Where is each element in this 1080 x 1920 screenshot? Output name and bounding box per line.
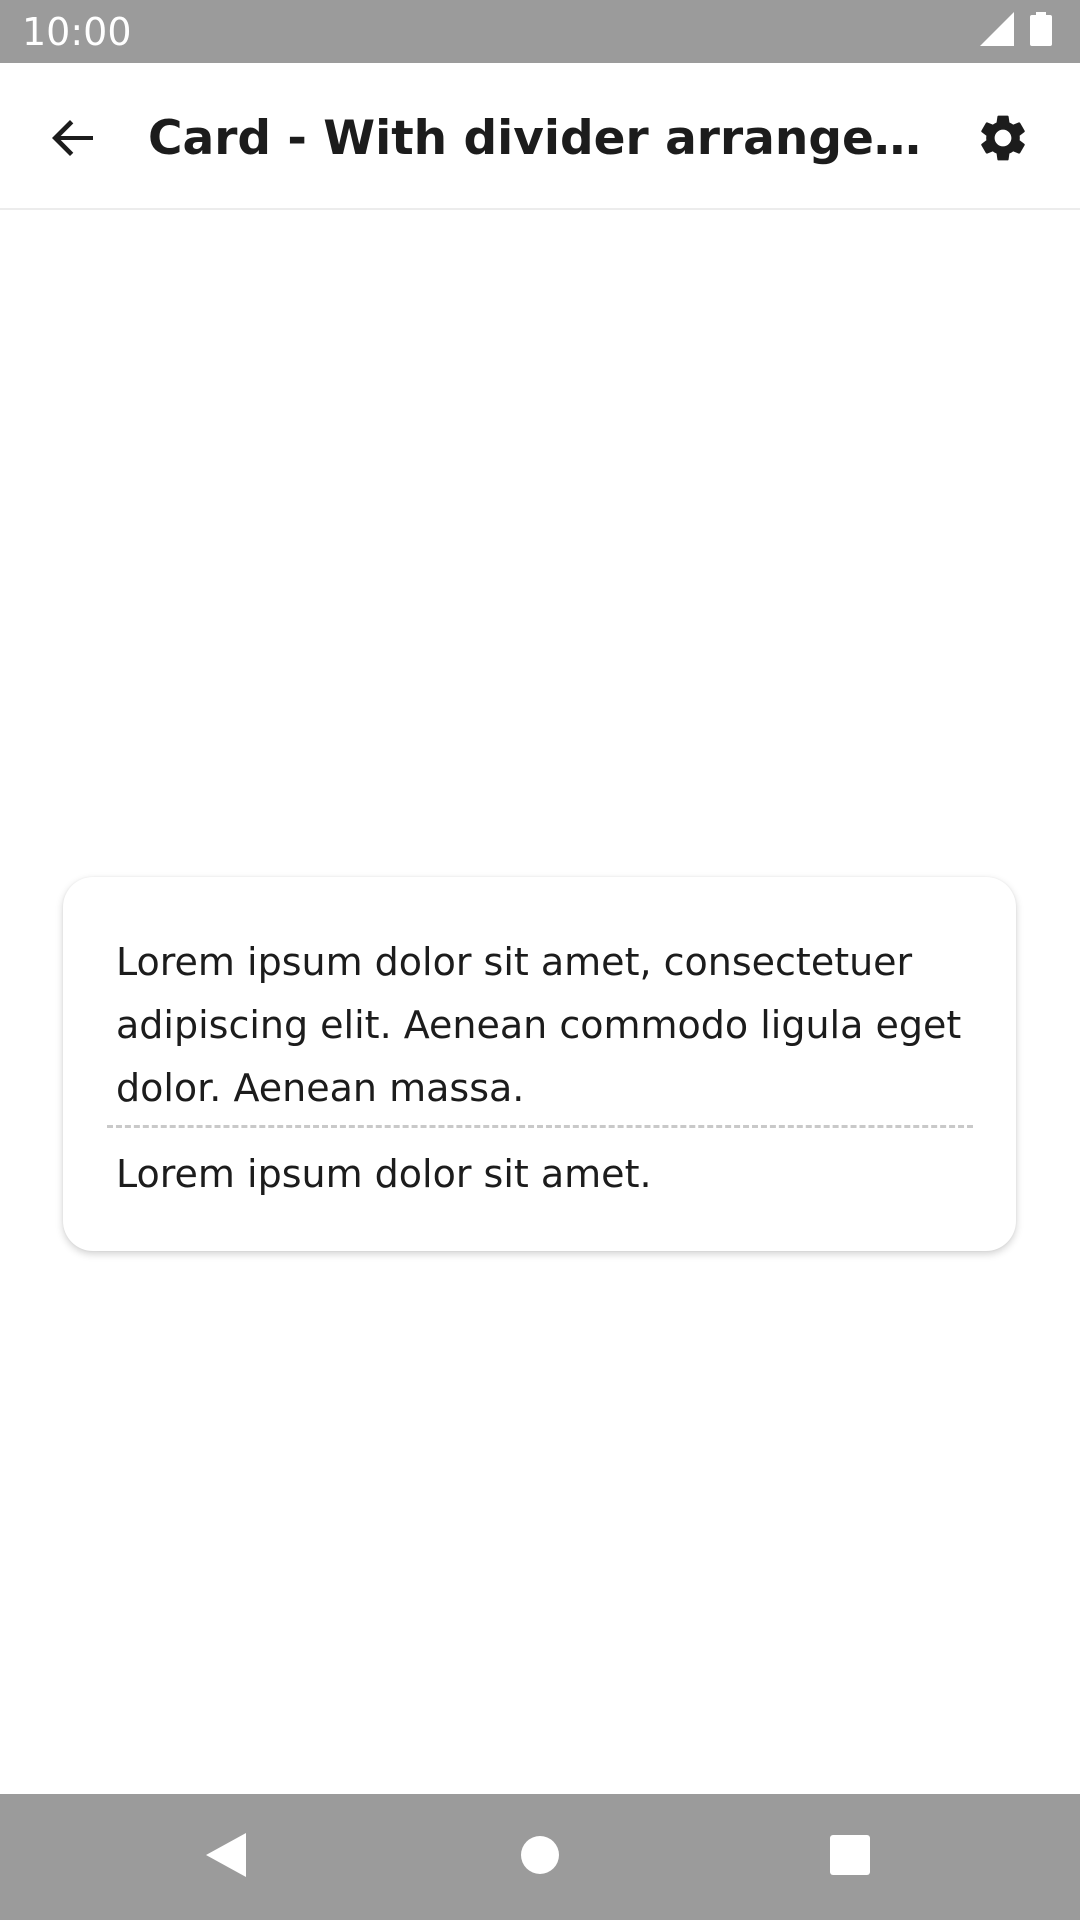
card-footer-text: Lorem ipsum dolor sit amet.: [116, 1152, 652, 1196]
nav-recents-icon: [830, 1835, 870, 1879]
nav-home-button[interactable]: [510, 1827, 570, 1887]
navigation-bar: [0, 1794, 1080, 1920]
signal-icon: [980, 12, 1014, 50]
status-bar: 10:00: [0, 0, 1080, 63]
card-divider: [107, 1125, 973, 1128]
page-title: Card - With divider arranged ve...: [148, 111, 938, 166]
status-time: 10:00: [22, 10, 132, 54]
nav-recents-button[interactable]: [820, 1827, 880, 1887]
card-body-text: Lorem ipsum dolor sit amet, consectetuer…: [116, 940, 962, 1110]
settings-button[interactable]: [966, 103, 1040, 177]
app-bar: Card - With divider arranged ve...: [0, 63, 1080, 210]
nav-back-icon: [204, 1831, 248, 1883]
status-icons: [980, 12, 1052, 50]
nav-back-button[interactable]: [196, 1827, 256, 1887]
screen: 10:00 Card - With divider arranged Lorem…: [0, 0, 1080, 1920]
battery-icon: [1030, 12, 1052, 50]
arrow-back-icon: [49, 114, 97, 166]
card: Lorem ipsum dolor sit amet, consectetuer…: [63, 877, 1016, 1251]
nav-home-icon: [520, 1835, 560, 1879]
gear-icon: [975, 110, 1031, 170]
back-button[interactable]: [36, 103, 110, 177]
